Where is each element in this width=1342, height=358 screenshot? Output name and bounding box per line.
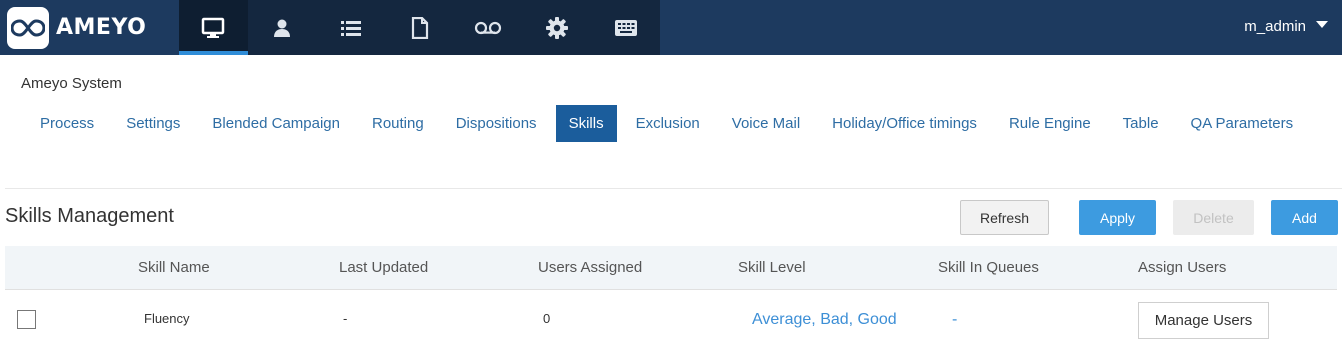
module-icon-bar [179, 0, 660, 55]
add-button[interactable]: Add [1271, 200, 1338, 235]
manage-users-button[interactable]: Manage Users [1138, 302, 1269, 339]
voicemail-icon[interactable] [454, 0, 523, 55]
cell-last-updated: - [343, 311, 348, 326]
tab-routing[interactable]: Routing [356, 105, 440, 142]
user-icon[interactable] [248, 0, 317, 55]
column-header-skill-name[interactable]: Skill Name [138, 246, 210, 290]
apply-button[interactable]: Apply [1079, 200, 1156, 235]
cell-skill-name: Fluency [144, 311, 190, 326]
tab-dispositions[interactable]: Dispositions [440, 105, 553, 142]
tab-blended-campaign[interactable]: Blended Campaign [196, 105, 356, 142]
column-header-skill-level[interactable]: Skill Level [738, 246, 806, 290]
tab-skills[interactable]: Skills [555, 105, 617, 142]
divider [5, 188, 1342, 189]
infinity-logo-icon [7, 6, 49, 49]
tab-voice-mail[interactable]: Voice Mail [716, 105, 816, 142]
logo-text: AMEYO [56, 15, 147, 40]
keyboard-icon[interactable] [591, 0, 660, 55]
breadcrumb: Ameyo System [21, 75, 122, 92]
cell-skill-in-queues-link[interactable]: - [952, 311, 957, 329]
refresh-button[interactable]: Refresh [960, 200, 1049, 235]
page-title: Skills Management [5, 205, 174, 227]
list-icon[interactable] [316, 0, 385, 55]
column-header-last-updated[interactable]: Last Updated [339, 246, 428, 290]
gear-icon[interactable] [523, 0, 592, 55]
tab-rule-engine[interactable]: Rule Engine [993, 105, 1107, 142]
row-checkbox[interactable] [17, 310, 36, 329]
tab-process[interactable]: Process [24, 105, 110, 142]
tab-exclusion[interactable]: Exclusion [620, 105, 716, 142]
logo[interactable]: AMEYO [0, 0, 179, 55]
table-row: Fluency - 0 Average, Bad, Good - Manage … [5, 291, 1337, 349]
cell-users-assigned: 0 [543, 311, 551, 326]
user-name: m_admin [1244, 17, 1306, 35]
cell-skill-level-link[interactable]: Average, Bad, Good [752, 311, 897, 329]
column-header-assign-users[interactable]: Assign Users [1138, 246, 1226, 290]
column-header-users-assigned[interactable]: Users Assigned [538, 246, 642, 290]
tab-qa-parameters[interactable]: QA Parameters [1175, 105, 1310, 142]
tab-table[interactable]: Table [1107, 105, 1175, 142]
table-header: Skill Name Last Updated Users Assigned S… [5, 246, 1337, 290]
caret-down-icon [1316, 20, 1328, 28]
delete-button[interactable]: Delete [1173, 200, 1254, 235]
tab-settings[interactable]: Settings [110, 105, 196, 142]
settings-tabs: Process Settings Blended Campaign Routin… [24, 105, 1309, 142]
tab-holiday-office-timings[interactable]: Holiday/Office timings [816, 105, 993, 142]
user-menu[interactable]: m_admin [1244, 0, 1328, 52]
column-header-skill-in-queues[interactable]: Skill In Queues [938, 246, 1039, 290]
document-icon[interactable] [385, 0, 454, 55]
monitor-icon[interactable] [179, 0, 248, 55]
top-bar: AMEYO m_admin [0, 0, 1342, 55]
